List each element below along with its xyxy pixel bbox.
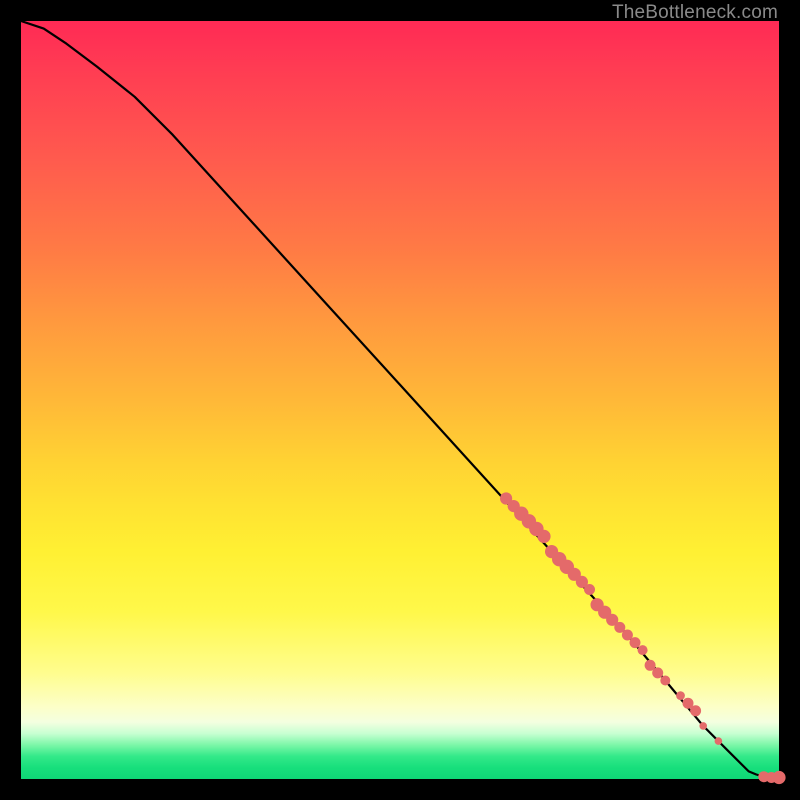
chart-stage: TheBottleneck.com xyxy=(0,0,800,800)
scatter-dots xyxy=(500,492,786,784)
scatter-dot xyxy=(699,722,707,730)
scatter-dot xyxy=(652,667,663,678)
bottleneck-curve xyxy=(21,21,779,778)
scatter-dot xyxy=(660,676,670,686)
chart-svg xyxy=(21,21,779,779)
scatter-dot xyxy=(630,637,641,648)
scatter-dot xyxy=(537,530,550,543)
scatter-dot xyxy=(676,691,685,700)
scatter-dot xyxy=(715,737,723,745)
plot-area xyxy=(21,21,779,779)
scatter-dot xyxy=(638,645,648,655)
scatter-dot xyxy=(690,705,701,716)
scatter-dot xyxy=(584,584,595,595)
scatter-dot xyxy=(772,771,785,784)
